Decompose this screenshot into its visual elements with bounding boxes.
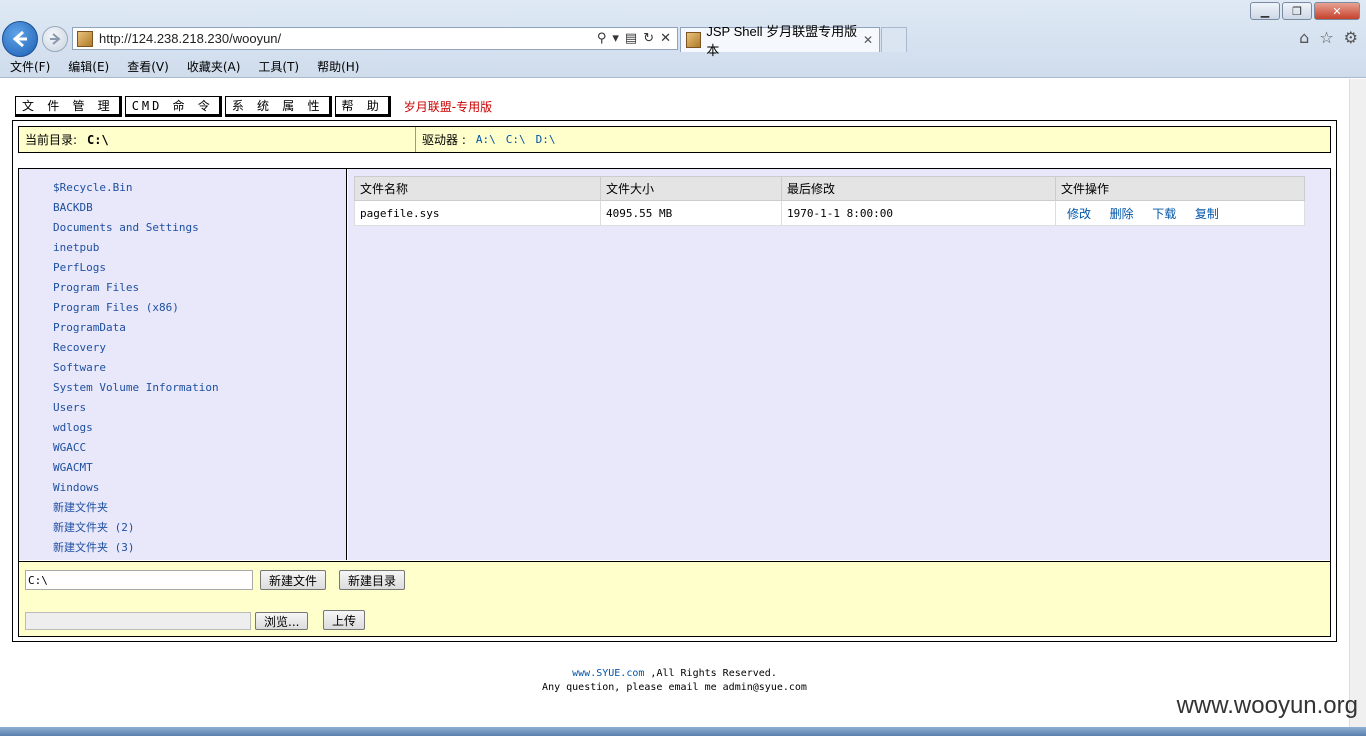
footer-contact: Any question, please email me admin@syue… [542, 682, 807, 693]
page-content: 文 件 管 理 CMD 命 令 系 统 属 性 帮 助 岁月联盟-专用版 当前目… [0, 79, 1366, 727]
drive-link-c[interactable]: C:\ [506, 133, 526, 146]
delete-link[interactable]: 删除 [1110, 207, 1134, 221]
system-properties-button[interactable]: 系 统 属 性 [224, 96, 332, 117]
shell-nav: 文 件 管 理 CMD 命 令 系 统 属 性 帮 助 岁月联盟-专用版 [15, 96, 492, 117]
compat-view-icon[interactable]: ▤ [625, 31, 637, 46]
folder-link[interactable]: ProgramData [19, 317, 346, 337]
vertical-scrollbar[interactable] [1349, 79, 1366, 727]
upload-file-field[interactable] [25, 612, 251, 630]
folder-link[interactable]: WGACMT [19, 457, 346, 477]
folder-link[interactable]: Windows [19, 477, 346, 497]
menu-help[interactable]: 帮助(H) [307, 58, 367, 75]
folder-link[interactable]: 新建文件夹 [19, 497, 346, 517]
drive-link-a[interactable]: A:\ [476, 133, 496, 146]
new-file-button[interactable]: 新建文件 [260, 570, 327, 590]
folder-link[interactable]: Users [19, 397, 346, 417]
folder-link[interactable]: Recovery [19, 337, 346, 357]
folder-link[interactable]: 新建文件夹 (2) [19, 517, 346, 537]
col-header-name: 文件名称 [354, 176, 601, 201]
refresh-icon[interactable]: ↻ [643, 31, 654, 46]
menu-view[interactable]: 查看(V) [117, 58, 177, 75]
file-list-panel: 文件名称 文件大小 最后修改 文件操作 pagefile.sys 4095.55… [348, 169, 1330, 560]
brand-label: 岁月联盟-专用版 [403, 100, 493, 114]
folder-link[interactable]: Documents and Settings [19, 217, 346, 237]
file-size-cell: 4095.55 MB [600, 200, 782, 226]
download-link[interactable]: 下载 [1152, 207, 1176, 221]
taskbar [0, 727, 1366, 736]
new-tab-button[interactable] [881, 27, 907, 52]
dropdown-icon[interactable]: ▾ [612, 31, 619, 46]
browser-tab[interactable]: JSP Shell 岁月联盟专用版本 ✕ [680, 24, 880, 58]
folder-link[interactable]: Program Files [19, 277, 346, 297]
col-header-ops: 文件操作 [1055, 176, 1305, 201]
arrow-right-icon [50, 33, 61, 45]
col-header-size: 文件大小 [600, 176, 782, 201]
folder-link[interactable]: PerfLogs [19, 257, 346, 277]
search-icon[interactable]: ⚲ [597, 31, 607, 46]
site-favicon-icon [77, 30, 93, 47]
browser-chrome: http://124.238.218.230/wooyun/ ⚲ ▾ ▤ ↻ ✕… [0, 0, 1366, 78]
settings-gear-icon[interactable]: ⚙ [1344, 28, 1358, 47]
browser-panels: $Recycle.Bin BACKDB Documents and Settin… [18, 168, 1331, 637]
path-input[interactable] [25, 570, 253, 590]
help-button[interactable]: 帮 助 [334, 96, 391, 117]
footer-site-link[interactable]: www.SYUE.com [572, 668, 644, 679]
folder-link[interactable]: Program Files (x86) [19, 297, 346, 317]
file-name-cell: pagefile.sys [354, 200, 601, 226]
drives-label: 驱动器 : [422, 133, 466, 147]
copy-link[interactable]: 复制 [1195, 207, 1219, 221]
stop-icon[interactable]: ✕ [660, 31, 671, 46]
arrow-left-icon [12, 30, 27, 48]
drive-link-d[interactable]: D:\ [536, 133, 556, 146]
file-ops-cell: 修改 删除 下载 复制 [1055, 200, 1305, 226]
file-modified-cell: 1970-1-1 8:00:00 [781, 200, 1056, 226]
upload-button[interactable]: 上传 [323, 610, 366, 630]
tab-close-icon[interactable]: ✕ [863, 33, 873, 47]
menu-bar: 文件(F) 编辑(E) 查看(V) 收藏夹(A) 工具(T) 帮助(H) [0, 55, 367, 77]
home-icon[interactable]: ⌂ [1299, 28, 1309, 47]
restore-button[interactable]: ❐ [1282, 2, 1312, 20]
tab-favicon-icon [686, 32, 702, 48]
folder-link[interactable]: wdlogs [19, 417, 346, 437]
folder-link[interactable]: System Volume Information [19, 377, 346, 397]
minimize-button[interactable]: ▁ [1250, 2, 1280, 20]
directory-bar: 当前目录: C:\ 驱动器 : A:\ C:\ D:\ [18, 126, 1331, 153]
current-dir-value: C:\ [87, 132, 109, 147]
folder-link[interactable]: WGACC [19, 437, 346, 457]
menu-edit[interactable]: 编辑(E) [58, 58, 117, 75]
folder-link[interactable]: 新建文件夹 (3) [19, 537, 346, 557]
folder-link[interactable]: BACKDB [19, 197, 346, 217]
file-table: 文件名称 文件大小 最后修改 文件操作 pagefile.sys 4095.55… [354, 176, 1305, 226]
folder-link[interactable]: inetpub [19, 237, 346, 257]
menu-tools[interactable]: 工具(T) [248, 58, 307, 75]
action-panel: 新建文件 新建目录 浏览... 上传 [19, 561, 1330, 636]
folder-tree: $Recycle.Bin BACKDB Documents and Settin… [19, 169, 347, 560]
back-button[interactable] [2, 21, 38, 57]
file-manager-button[interactable]: 文 件 管 理 [15, 96, 122, 117]
folder-link[interactable]: Software [19, 357, 346, 377]
close-window-button[interactable]: ✕ [1314, 2, 1360, 20]
table-header-row: 文件名称 文件大小 最后修改 文件操作 [354, 176, 1305, 201]
file-manager-frame: 当前目录: C:\ 驱动器 : A:\ C:\ D:\ $Recycle.Bin… [12, 120, 1337, 642]
cmd-button[interactable]: CMD 命 令 [124, 96, 222, 117]
address-bar[interactable]: http://124.238.218.230/wooyun/ ⚲ ▾ ▤ ↻ ✕ [72, 27, 678, 50]
watermark-text: www.wooyun.org [1176, 692, 1358, 719]
forward-button[interactable] [42, 26, 68, 52]
col-header-modified: 最后修改 [781, 176, 1056, 201]
table-row: pagefile.sys 4095.55 MB 1970-1-1 8:00:00… [354, 200, 1305, 226]
new-directory-button[interactable]: 新建目录 [339, 570, 406, 590]
favorites-star-icon[interactable]: ☆ [1319, 28, 1333, 47]
menu-favorites[interactable]: 收藏夹(A) [177, 58, 249, 75]
menu-file[interactable]: 文件(F) [0, 58, 58, 75]
tab-title: JSP Shell 岁月联盟专用版本 [706, 24, 858, 58]
browse-button[interactable]: 浏览... [255, 612, 309, 630]
url-text[interactable]: http://124.238.218.230/wooyun/ [99, 31, 597, 46]
folder-link[interactable]: $Recycle.Bin [19, 177, 346, 197]
edit-link[interactable]: 修改 [1067, 207, 1091, 221]
footer-rights: ,All Rights Reserved. [650, 668, 777, 679]
footer: www.SYUE.com ,All Rights Reserved. Any q… [0, 667, 1349, 695]
current-dir-label: 当前目录: [25, 133, 78, 147]
